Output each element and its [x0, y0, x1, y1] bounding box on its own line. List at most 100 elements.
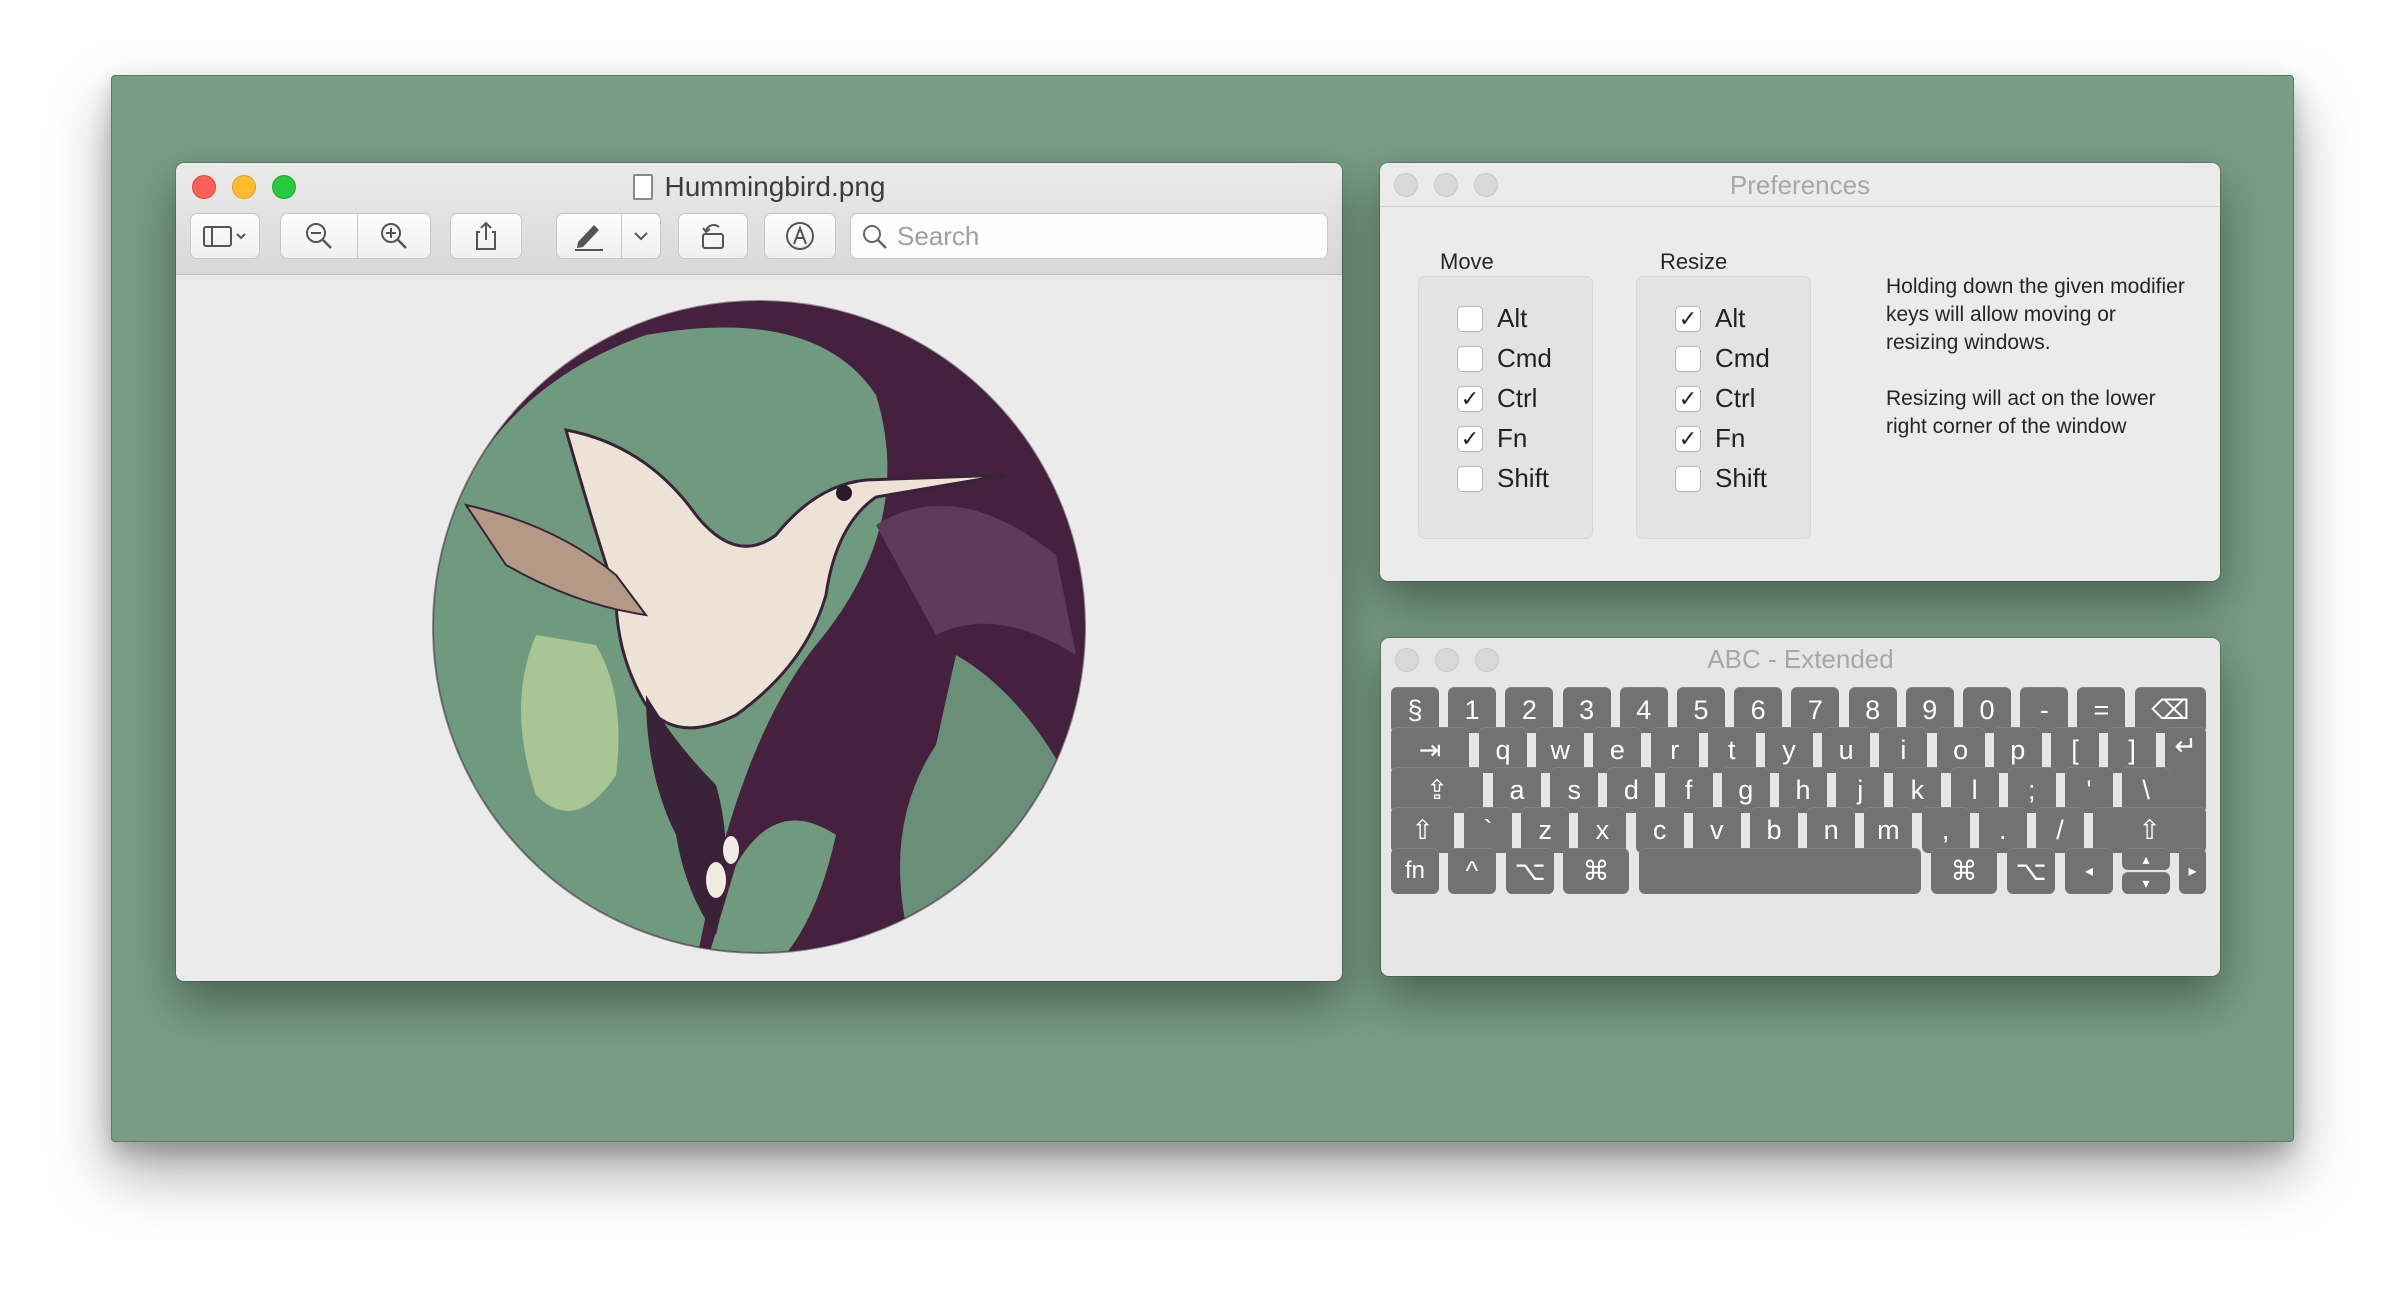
resize-option-cmd[interactable]: Cmd — [1675, 343, 1770, 374]
resize-option-shift[interactable]: Shift — [1675, 463, 1767, 494]
image-viewport[interactable] — [176, 275, 1342, 981]
key-row4-10[interactable]: . — [1978, 807, 2027, 853]
keyboard-viewer-titlebar: ABC - Extended — [1381, 638, 2220, 680]
description-resize-corner: Resizing will act on the lower right cor… — [1886, 387, 2156, 438]
arrow-up-key[interactable]: ▴ — [2122, 848, 2170, 870]
fn-key[interactable]: fn — [1391, 848, 1439, 894]
checkmark-icon: ✓ — [1460, 425, 1480, 451]
key-row4-11[interactable]: / — [2036, 807, 2084, 853]
rotate-button[interactable] — [678, 213, 748, 259]
checkmark-icon: ✓ — [1678, 425, 1698, 451]
resize-checkbox-cmd[interactable] — [1675, 345, 1701, 372]
rotate-icon — [702, 224, 724, 249]
search-input[interactable] — [897, 220, 1317, 252]
zoom-in-button[interactable] — [357, 213, 431, 259]
key-row4-7[interactable]: n — [1807, 807, 1856, 853]
zoom-out-button[interactable] — [280, 213, 358, 259]
preferences-description: Holding down the given modifier keys wil… — [1886, 273, 2186, 469]
right-option-key[interactable]: ⌥ — [2007, 848, 2055, 894]
right-shift-key[interactable]: ⇧ — [2093, 807, 2206, 853]
sidebar-toggle-button[interactable] — [190, 213, 260, 259]
pen-icon — [575, 225, 603, 251]
move-option-shift[interactable]: Shift — [1457, 463, 1549, 494]
resize-label-shift: Shift — [1715, 463, 1768, 493]
chevron-down-icon — [634, 232, 648, 241]
right-command-key[interactable]: ⌘ — [1931, 848, 1997, 894]
preview-toolbar: Hummingbird.png — [176, 163, 1342, 275]
markup-dropdown-button[interactable] — [621, 213, 661, 259]
move-checkbox-shift[interactable] — [1457, 465, 1483, 492]
resize-checkbox-shift[interactable] — [1675, 465, 1701, 492]
left-command-key[interactable]: ⌘ — [1563, 848, 1629, 894]
resize-group: ✓ Alt Cmd ✓ Ctrl ✓ Fn Shift — [1636, 276, 1811, 539]
move-label-cmd: Cmd — [1497, 343, 1552, 373]
move-group: Alt Cmd ✓ Ctrl ✓ Fn Shift — [1418, 276, 1593, 539]
move-option-cmd[interactable]: Cmd — [1457, 343, 1552, 374]
key-row4-2[interactable]: z — [1521, 807, 1570, 853]
key-row4-3[interactable]: x — [1578, 807, 1627, 853]
markup-pen-button[interactable] — [556, 213, 622, 259]
share-button[interactable] — [450, 213, 522, 259]
key-row4-9[interactable]: , — [1921, 807, 1970, 853]
arrow-down-key[interactable]: ▾ — [2122, 872, 2170, 894]
move-checkbox-fn[interactable]: ✓ — [1457, 425, 1483, 452]
left-shift-key[interactable]: ⇧ — [1391, 807, 1454, 853]
window-title-text: Hummingbird.png — [664, 171, 886, 202]
move-group-label: Move — [1440, 249, 1494, 274]
move-label-alt: Alt — [1497, 303, 1528, 333]
move-checkbox-alt[interactable] — [1457, 305, 1483, 332]
close-button[interactable] — [1394, 173, 1418, 197]
move-checkbox-ctrl[interactable]: ✓ — [1457, 385, 1483, 412]
checkmark-icon: ✓ — [1678, 305, 1698, 331]
move-option-ctrl[interactable]: ✓ Ctrl — [1457, 383, 1537, 414]
key-row4-8[interactable]: m — [1864, 807, 1913, 853]
zoom-out-icon — [306, 223, 332, 249]
key-row4-1[interactable]: ` — [1464, 807, 1512, 853]
minimize-button[interactable] — [1434, 173, 1458, 197]
zoom-button[interactable] — [1474, 173, 1498, 197]
search-field[interactable] — [850, 213, 1328, 259]
return-key[interactable]: ↵ — [2165, 727, 2206, 813]
left-option-key[interactable]: ⌥ — [1506, 848, 1554, 894]
close-button[interactable] — [1395, 648, 1419, 672]
preferences-title: Preferences — [1729, 170, 1871, 200]
arrow-left-key[interactable]: ◂ — [2065, 848, 2113, 894]
resize-label-ctrl: Ctrl — [1715, 383, 1756, 413]
annotate-button[interactable] — [764, 213, 836, 259]
resize-option-alt[interactable]: ✓ Alt — [1675, 303, 1745, 334]
resize-label-alt: Alt — [1715, 303, 1746, 333]
resize-checkbox-ctrl[interactable]: ✓ — [1675, 385, 1701, 412]
window-title: Hummingbird.png — [176, 171, 1342, 203]
resize-label-cmd: Cmd — [1715, 343, 1770, 373]
control-key[interactable]: ^ — [1448, 848, 1496, 894]
resize-group-label: Resize — [1660, 249, 1728, 274]
resize-option-ctrl[interactable]: ✓ Ctrl — [1675, 383, 1755, 414]
desktop-background: Hummingbird.png Search Preferences Move … — [111, 75, 2294, 1142]
keyboard-viewer-window: ABC - Extended § 1 2 3 4 5 6 7 8 9 0- = ⌫ ⇥ q w e r t y u i o p… — [1381, 638, 2220, 976]
key-row4-6[interactable]: b — [1750, 807, 1798, 853]
checkmark-icon: ✓ — [1678, 385, 1698, 411]
key-row4-4[interactable]: c — [1635, 807, 1684, 853]
resize-checkbox-alt[interactable]: ✓ — [1675, 305, 1701, 332]
preferences-titlebar: Preferences — [1380, 163, 2220, 207]
share-icon — [476, 221, 496, 250]
move-label-fn: Fn — [1497, 423, 1528, 453]
checkmark-icon: ✓ — [1460, 385, 1480, 411]
search-icon — [863, 225, 887, 249]
zoom-button[interactable] — [1475, 648, 1499, 672]
hummingbird-image — [432, 300, 1086, 954]
zoom-in-icon — [381, 223, 407, 249]
move-option-alt[interactable]: Alt — [1457, 303, 1527, 334]
sidebar-icon — [203, 226, 246, 247]
minimize-button[interactable] — [1435, 648, 1459, 672]
move-checkbox-cmd[interactable] — [1457, 345, 1483, 372]
space-key[interactable] — [1639, 848, 1921, 894]
resize-option-fn[interactable]: ✓ Fn — [1675, 423, 1745, 454]
move-label-shift: Shift — [1497, 463, 1550, 493]
preview-window: Hummingbird.png — [176, 163, 1342, 981]
key-row4-5[interactable]: v — [1692, 807, 1741, 853]
move-option-fn[interactable]: ✓ Fn — [1457, 423, 1527, 454]
move-label-ctrl: Ctrl — [1497, 383, 1538, 413]
resize-checkbox-fn[interactable]: ✓ — [1675, 425, 1701, 452]
arrow-right-key[interactable]: ▸ — [2179, 848, 2206, 894]
